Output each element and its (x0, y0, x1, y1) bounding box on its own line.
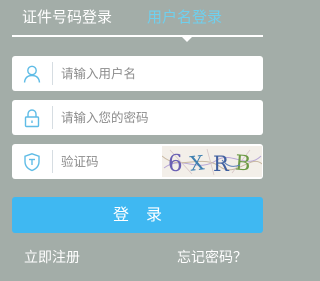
password-field[interactable] (12, 100, 263, 135)
svg-text:X: X (189, 150, 206, 175)
active-tab-indicator (182, 37, 192, 42)
captcha-field[interactable]: 6 X R B (12, 144, 263, 179)
password-input[interactable] (61, 100, 256, 135)
captcha-input[interactable] (61, 144, 161, 179)
field-separator (52, 62, 53, 85)
login-button[interactable]: 登 录 (12, 197, 263, 233)
user-icon (12, 56, 52, 91)
tab-cert-login[interactable]: 证件号码登录 (22, 6, 112, 28)
register-link[interactable]: 立即注册 (24, 248, 80, 268)
username-field[interactable] (12, 56, 263, 91)
svg-text:6: 6 (168, 151, 183, 177)
field-separator (52, 150, 53, 173)
captcha-image[interactable]: 6 X R B (162, 146, 262, 177)
login-panel: 证件号码登录 用户名登录 请输入用户名 验证码 6 X R B 登 录 立即注册… (0, 0, 278, 281)
svg-text:R: R (213, 152, 230, 176)
lock-icon (12, 100, 52, 135)
tab-username-login[interactable]: 用户名登录 (147, 6, 222, 28)
login-tabs: 证件号码登录 用户名登录 (0, 0, 278, 44)
shield-icon (12, 144, 52, 179)
field-separator (52, 106, 53, 129)
forgot-password-link[interactable]: 忘记密码？ (177, 248, 247, 268)
username-input[interactable] (61, 56, 256, 91)
tabs-divider (12, 35, 263, 37)
svg-text:B: B (234, 150, 251, 175)
